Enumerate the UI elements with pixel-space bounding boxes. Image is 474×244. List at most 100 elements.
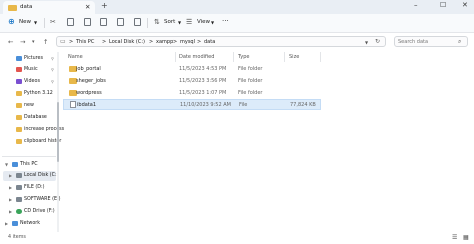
maximize-button[interactable]: ☐ xyxy=(440,1,446,9)
rename-icon[interactable] xyxy=(100,18,107,26)
search-icon: ⌕ xyxy=(458,38,462,45)
column-divider[interactable] xyxy=(320,52,321,62)
breadcrumb-mysql[interactable]: mysql xyxy=(180,39,195,45)
column-name[interactable]: Name xyxy=(68,54,83,60)
minimize-button[interactable]: – xyxy=(414,1,418,9)
table-row[interactable]: sheger_jobs 11/5/2023 3:56 PM File folde… xyxy=(63,76,321,87)
breadcrumb-xampp[interactable]: xampp xyxy=(156,39,173,45)
sidebar-item-increase-process[interactable]: increase process xyxy=(5,125,64,134)
address-chevron-icon[interactable]: ▼ xyxy=(365,40,368,45)
cut-icon[interactable]: ✂ xyxy=(50,18,56,26)
sidebar-scrollbar-thumb[interactable] xyxy=(57,102,59,162)
tree-item-label: FILE (D:) xyxy=(24,185,45,190)
file-icon xyxy=(70,101,76,108)
title-bar: data ✕ + – ☐ ✕ xyxy=(0,0,474,14)
tab-title: data xyxy=(20,4,33,10)
sort-button[interactable]: Sort xyxy=(164,19,175,25)
address-bar[interactable]: ▭ > This PC > Local Disk (C:) > xampp > … xyxy=(56,36,386,47)
folder-icon xyxy=(16,103,22,108)
table-row[interactable]: wordpress 11/5/2023 1:07 PM File folder xyxy=(63,88,321,99)
expand-chevron-icon[interactable]: ▶ xyxy=(5,221,8,226)
details-view-icon[interactable]: ☰ xyxy=(452,234,457,241)
close-window-button[interactable]: ✕ xyxy=(462,1,468,9)
chevron-down-icon[interactable]: ▼ xyxy=(211,20,214,25)
paste-icon[interactable] xyxy=(84,18,91,26)
sidebar-scrollbar[interactable] xyxy=(57,52,59,232)
column-divider[interactable] xyxy=(233,52,234,62)
sidebar-item-label: new xyxy=(24,103,34,108)
new-tab-button[interactable]: + xyxy=(101,1,108,10)
column-divider[interactable] xyxy=(284,52,285,62)
sidebar-item-clipboard-history[interactable]: clipboard histor xyxy=(5,137,61,146)
sidebar-item-videos[interactable]: Videos ⚲ xyxy=(5,77,55,86)
column-size[interactable]: Size xyxy=(289,54,299,60)
file-name: job_portal xyxy=(76,66,101,72)
drive-icon xyxy=(16,173,22,178)
search-box[interactable]: Search data ⌕ xyxy=(394,36,468,47)
expand-chevron-icon[interactable]: ▶ xyxy=(9,209,12,214)
sidebar-item-label: Music xyxy=(24,67,38,72)
breadcrumb-this-pc[interactable]: This PC xyxy=(76,39,94,45)
network-icon xyxy=(12,221,18,226)
sidebar-item-label: Pictures xyxy=(24,56,43,61)
tab-close-icon[interactable]: ✕ xyxy=(85,3,90,11)
file-type: File folder xyxy=(238,66,263,72)
up-arrow-icon[interactable]: ↑ xyxy=(43,38,48,46)
folder-icon xyxy=(16,91,22,96)
table-row-selected[interactable]: ibdata1 11/10/2023 9:52 AM File 77,824 K… xyxy=(63,99,321,110)
more-options-button[interactable]: ··· xyxy=(222,17,229,25)
file-date: 11/5/2023 4:53 PM xyxy=(179,66,227,72)
sidebar-item-music[interactable]: Music ⚲ xyxy=(5,65,55,74)
column-type[interactable]: Type xyxy=(238,54,249,60)
view-icon: ☰ xyxy=(186,18,193,26)
refresh-icon[interactable]: ↻ xyxy=(375,38,380,45)
crumb-separator: > xyxy=(197,39,202,45)
drive-icon xyxy=(16,197,22,202)
table-row[interactable]: job_portal 11/5/2023 4:53 PM File folder xyxy=(63,64,321,75)
tiles-view-icon[interactable]: ▦ xyxy=(463,234,469,241)
expand-chevron-icon[interactable]: ▶ xyxy=(9,197,12,202)
delete-icon[interactable] xyxy=(134,18,141,26)
pin-icon: ⚲ xyxy=(51,56,54,61)
tree-item-label: SOFTWARE (E:) xyxy=(24,197,61,202)
tree-this-pc[interactable]: ▼ This PC xyxy=(3,160,57,169)
pc-icon xyxy=(12,162,18,167)
tree-software-e[interactable]: ▶ SOFTWARE (E:) xyxy=(3,195,61,204)
sidebar-divider xyxy=(2,156,56,157)
tree-local-disk[interactable]: ▶ Local Disk (C:) xyxy=(3,171,59,181)
copy-icon[interactable] xyxy=(67,18,74,26)
file-date: 11/10/2023 9:52 AM xyxy=(180,102,231,108)
expand-chevron-icon[interactable]: ▶ xyxy=(9,185,12,190)
chevron-down-icon[interactable]: ▼ xyxy=(178,20,181,25)
divider xyxy=(44,18,45,28)
tree-network[interactable]: ▶ Network xyxy=(3,219,57,228)
column-date-modified[interactable]: Date modified xyxy=(179,54,214,60)
tree-file-d[interactable]: ▶ FILE (D:) xyxy=(3,183,57,192)
command-bar: ⊕ New ▼ ✂ ⇅ Sort ▼ ☰ View ▼ ··· xyxy=(0,14,474,33)
share-icon[interactable] xyxy=(117,18,124,26)
tree-cd-drive[interactable]: ▶ CD Drive (F:) xyxy=(3,207,57,216)
new-button[interactable]: New xyxy=(19,19,31,25)
videos-icon xyxy=(16,79,22,84)
sidebar-item-python[interactable]: Python 3.12 xyxy=(5,89,55,98)
sidebar-item-pictures[interactable]: Pictures ⚲ xyxy=(5,54,55,63)
column-divider[interactable] xyxy=(175,52,176,62)
sidebar-item-database[interactable]: Database xyxy=(5,113,55,122)
monitor-icon: ▭ xyxy=(60,38,66,45)
forward-arrow-icon[interactable]: → xyxy=(20,38,25,46)
breadcrumb-data[interactable]: data xyxy=(204,39,215,45)
file-type: File folder xyxy=(238,78,263,84)
breadcrumb-local-disk[interactable]: Local Disk (C:) xyxy=(109,39,145,45)
chevron-down-icon[interactable]: ▼ xyxy=(34,20,37,25)
view-button[interactable]: View xyxy=(197,19,210,25)
expanded-chevron-icon[interactable]: ▼ xyxy=(5,162,8,167)
file-name: sheger_jobs xyxy=(76,78,106,84)
back-arrow-icon[interactable]: ← xyxy=(8,38,13,46)
expand-chevron-icon[interactable]: ▶ xyxy=(9,173,12,178)
pictures-icon xyxy=(16,56,22,61)
crumb-separator: > xyxy=(102,39,107,45)
sidebar-item-new[interactable]: new xyxy=(5,101,55,110)
recent-chevron-icon[interactable]: ▾ xyxy=(32,39,35,45)
tab-data[interactable]: data ✕ xyxy=(3,1,95,14)
sidebar-item-label: Videos xyxy=(24,79,40,84)
